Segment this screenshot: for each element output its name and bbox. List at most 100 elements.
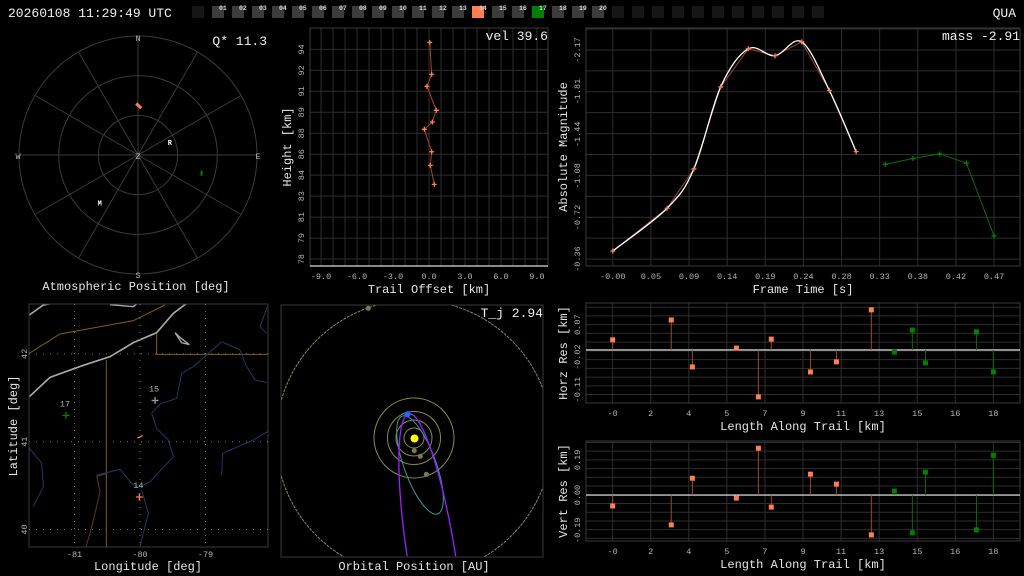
residual-point-14 — [689, 364, 695, 370]
sun-icon — [410, 434, 419, 443]
planet-marker — [411, 448, 417, 454]
camera-slot-empty[interactable] — [192, 6, 204, 18]
x-tick-label: -6.0 — [347, 272, 367, 282]
x-axis-label: Length Along Trail [km] — [720, 558, 886, 572]
x-tick-label: 0.24 — [793, 272, 813, 282]
x-axis-label: Length Along Trail [km] — [720, 420, 886, 434]
camera-slot-label: 18 — [559, 5, 567, 12]
camera-slot-label: 16 — [519, 5, 527, 12]
camera-slot-empty[interactable] — [652, 6, 664, 18]
latitude-tick-label: 40 — [20, 524, 30, 534]
camera-slot-empty[interactable] — [612, 6, 624, 18]
residual-point-14 — [610, 503, 616, 509]
x-tick-label: 0.05 — [641, 272, 661, 282]
y-tick-label: 83 — [297, 191, 307, 201]
camera-slot-empty[interactable] — [772, 6, 784, 18]
camera-slot-label: 03 — [259, 5, 267, 12]
orbit-title: Orbital Position [AU] — [338, 560, 489, 574]
camera-slot-label: 04 — [279, 5, 287, 12]
camera-slot-empty[interactable] — [632, 6, 644, 18]
camera-slot-label: 10 — [399, 5, 407, 12]
residual-point-14 — [768, 504, 774, 510]
residual-point-14 — [833, 481, 839, 487]
map-ylabel: Latitude [deg] — [7, 376, 21, 477]
residual-point-17 — [909, 327, 915, 333]
tisserand-stat: T_j 2.94 — [481, 306, 544, 321]
camera-slot-label: 06 — [319, 5, 327, 12]
x-tick-label: 11 — [836, 409, 846, 419]
residual-point-17 — [990, 369, 996, 375]
x-tick-label: 13 — [874, 547, 884, 557]
camera-slot-label: 15 — [499, 5, 507, 12]
y-tick-label: 0.07 — [573, 314, 583, 334]
residual-point-14 — [610, 337, 616, 343]
camera-slot-empty[interactable] — [672, 6, 684, 18]
x-tick-label: 18 — [988, 409, 998, 419]
x-tick-label: -0.00 — [600, 272, 626, 282]
direction-n: N — [135, 34, 140, 44]
q-star-stat: Q* 11.3 — [212, 34, 267, 49]
x-tick-label: 0.28 — [831, 272, 851, 282]
camera-slot-empty[interactable] — [692, 6, 704, 18]
camera-slot-label: 20 — [599, 5, 607, 12]
y-tick-label: 84 — [297, 170, 307, 180]
residual-point-14 — [668, 522, 674, 528]
camera-slot-empty[interactable] — [792, 6, 804, 18]
planet-marker — [417, 453, 423, 459]
chart-stat: mass -2.91 — [942, 29, 1020, 44]
direction-e: E — [255, 152, 260, 162]
residual-point-14 — [868, 532, 874, 538]
x-tick-label: -3.0 — [383, 272, 403, 282]
camera-slot-label: 07 — [339, 5, 347, 12]
camera-slot-label: 14 — [479, 5, 487, 12]
longitude-tick-label: -80 — [132, 550, 147, 560]
x-tick-label: 18 — [988, 547, 998, 557]
y-tick-label: 0.19 — [573, 450, 583, 470]
x-tick-label: -0 — [608, 547, 618, 557]
residual-point-14 — [755, 394, 761, 400]
timestamp: 20260108 11:29:49 UTC — [8, 6, 172, 21]
residual-point-14 — [755, 445, 761, 451]
latitude-tick-label: 42 — [20, 349, 30, 359]
x-tick-label: 16 — [950, 547, 960, 557]
x-tick-label: 6.0 — [493, 272, 508, 282]
y-axis-label: Height [km] — [281, 107, 295, 186]
y-tick-label: 92 — [297, 65, 307, 75]
polar-title: Atmospheric Position [deg] — [42, 280, 229, 294]
x-tick-label: 5 — [724, 409, 729, 419]
x-tick-label: 11 — [836, 547, 846, 557]
camera-slot-label: 19 — [579, 5, 587, 12]
longitude-tick-label: -81 — [67, 550, 82, 560]
x-tick-label: 0.33 — [869, 272, 889, 282]
station-label: 14 — [133, 481, 143, 491]
x-tick-label: 4 — [686, 547, 691, 557]
residual-point-14 — [668, 317, 674, 323]
x-tick-label: 15 — [912, 547, 922, 557]
x-tick-label: 0.38 — [908, 272, 928, 282]
camera-slot-empty[interactable] — [732, 6, 744, 18]
y-tick-label: 81 — [297, 212, 307, 222]
x-axis-label: Trail Offset [km] — [368, 283, 490, 297]
y-tick-label: -1.81 — [573, 79, 583, 105]
x-tick-label: 15 — [912, 409, 922, 419]
latitude-tick-label: 41 — [20, 437, 30, 447]
earth-marker — [404, 411, 411, 418]
x-tick-label: 9.0 — [529, 272, 544, 282]
x-tick-label: 0.47 — [984, 272, 1004, 282]
y-tick-label: 91 — [297, 86, 307, 96]
camera-slot-empty[interactable] — [712, 6, 724, 18]
x-tick-label: 0.09 — [679, 272, 699, 282]
camera-slot-label: 13 — [459, 5, 467, 12]
polar-marker-M: M — [98, 200, 102, 208]
x-tick-label: 9 — [800, 409, 805, 419]
camera-slot-empty[interactable] — [752, 6, 764, 18]
y-axis-label: Horz Res [km] — [557, 306, 571, 400]
camera-slot-empty[interactable] — [812, 6, 824, 18]
residual-point-14 — [868, 307, 874, 313]
y-tick-label: -0.19 — [573, 518, 583, 544]
direction-w: W — [15, 152, 21, 162]
direction-s: S — [135, 271, 140, 281]
planet-marker — [423, 471, 429, 477]
station-label: 17 — [60, 399, 70, 409]
x-tick-label: 0.14 — [717, 272, 737, 282]
